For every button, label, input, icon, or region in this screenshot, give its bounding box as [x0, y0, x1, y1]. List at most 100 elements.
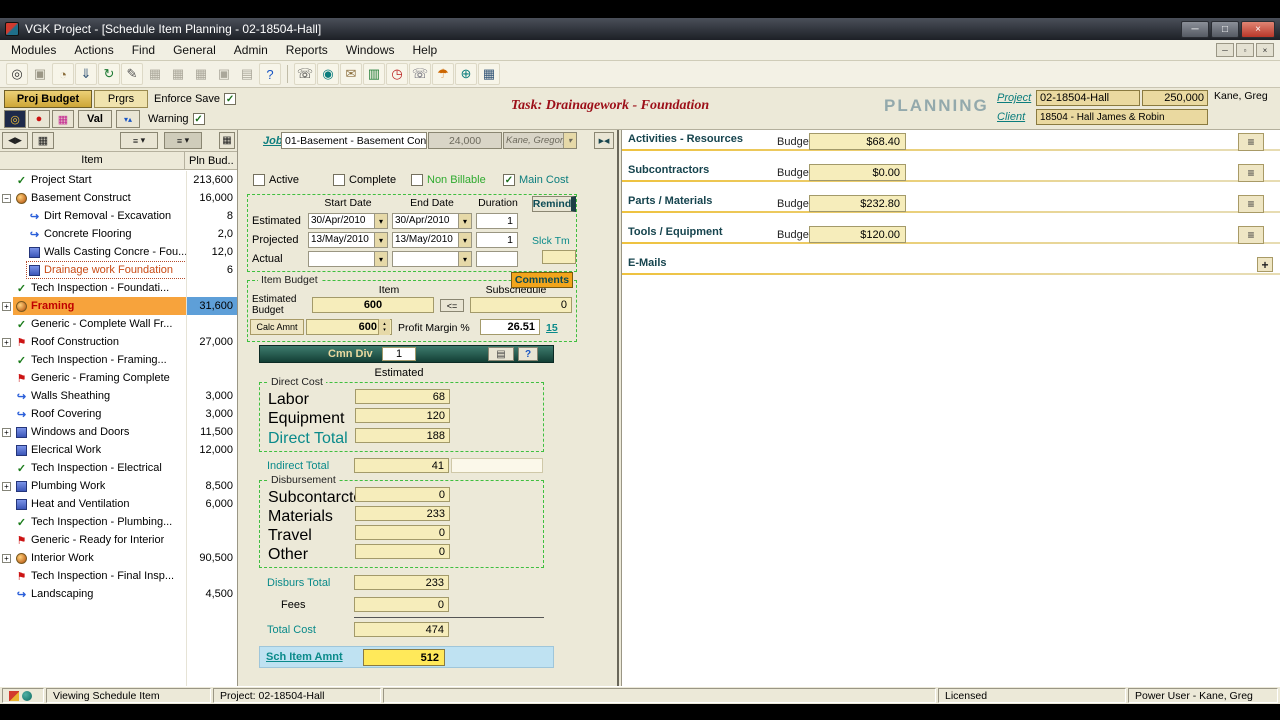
profit-margin-link[interactable]: 15 — [546, 322, 558, 334]
calendar-icon[interactable]: ▦ — [478, 63, 500, 85]
job-input[interactable]: 01-Basement - Basement Con — [281, 132, 427, 149]
copy-icon[interactable]: ▣ — [213, 63, 235, 85]
complete-toggle[interactable]: Complete — [333, 174, 396, 186]
mdi-minimize-button[interactable]: ─ — [1216, 43, 1234, 57]
enforce-save-toggle[interactable]: Enforce Save ✓ — [154, 93, 237, 105]
warning-toggle[interactable]: Warning ✓ — [148, 113, 205, 125]
tree-view-button[interactable]: ≡ ▾ — [164, 132, 202, 149]
client-link[interactable]: Client — [997, 111, 1025, 123]
tree-item-windows-and-doors[interactable]: + Windows and Doors 11,500 — [0, 423, 237, 441]
tree-item-plumbing-work[interactable]: + Plumbing Work 8,500 — [0, 477, 237, 495]
cmn-div-field[interactable]: 1 — [382, 347, 416, 361]
sch-item-amnt-link[interactable]: Sch Item Amnt — [266, 651, 343, 663]
estimated-duration-field[interactable]: 1 — [476, 213, 518, 229]
actual-start-date-select[interactable]: ▾ — [308, 251, 388, 267]
budget-field-subcontractors[interactable]: $0.00 — [809, 164, 906, 181]
mdi-restore-button[interactable]: ▫ — [1236, 43, 1254, 57]
sch-item-amnt-field[interactable]: 512 — [363, 649, 445, 666]
close-button[interactable]: × — [1241, 20, 1275, 38]
edit-icon[interactable]: ✎ — [121, 63, 143, 85]
tree-item-generic-ready-for-interior[interactable]: ⚑ Generic - Ready for Interior — [0, 531, 237, 549]
budget-field-parts-materials[interactable]: $232.80 — [809, 195, 906, 212]
non-billable-toggle[interactable]: Non Billable — [411, 174, 486, 186]
tree-item-roof-covering[interactable]: ↪ Roof Covering 3,000 — [0, 405, 237, 423]
tree-expander[interactable]: + — [2, 337, 11, 347]
magenta-grid-button[interactable]: ▦ — [52, 110, 74, 128]
export-icon[interactable]: ⇓ — [75, 63, 97, 85]
warning-checkbox[interactable]: ✓ — [192, 113, 205, 125]
tree-nav-button[interactable]: ◀▶ — [2, 132, 28, 149]
job-link[interactable]: Job — [263, 135, 283, 147]
tree-item-interior-work[interactable]: + Interior Work 90,500 — [0, 549, 237, 567]
tree-item-tech-inspection-final-insp[interactable]: ⚑ Tech Inspection - Final Insp... — [0, 567, 237, 585]
tree-expander[interactable]: + — [2, 301, 11, 311]
main-cost-checkbox[interactable]: ✓ — [503, 174, 515, 186]
menu-item-actions[interactable]: Actions — [65, 41, 122, 59]
enforce-save-checkbox[interactable]: ✓ — [224, 93, 237, 105]
print-button[interactable]: ▤ — [488, 347, 514, 361]
menu-item-admin[interactable]: Admin — [225, 41, 277, 59]
tab-prgrs[interactable]: Prgrs — [94, 90, 148, 108]
red-marker-button[interactable]: ● — [28, 110, 50, 128]
copy-budget-button[interactable]: <= — [440, 299, 464, 312]
project-code-field[interactable]: 02-18504-Hall — [1036, 90, 1140, 106]
tree-item-framing[interactable]: + Framing 31,600 — [0, 297, 237, 315]
tree-grid-button[interactable]: ▦ — [32, 132, 54, 149]
estimated-budget-sub-field[interactable]: 0 — [470, 297, 572, 313]
minimize-button[interactable]: ─ — [1181, 20, 1209, 38]
phone-icon[interactable]: ☏ — [294, 63, 316, 85]
media-icon-3[interactable]: ▦ — [190, 63, 212, 85]
tree-item-elecrical-work[interactable]: Elecrical Work 12,000 — [0, 441, 237, 459]
camera-icon[interactable]: ◉ — [317, 63, 339, 85]
job-person-select[interactable]: Kane, Gregory ▾ — [503, 132, 577, 149]
maximize-button[interactable]: □ — [1211, 20, 1239, 38]
add-email-button[interactable]: + — [1257, 257, 1273, 272]
section-menu-button[interactable]: ≡ — [1238, 133, 1264, 151]
travel-field[interactable]: 0 — [355, 525, 450, 540]
menu-item-find[interactable]: Find — [123, 41, 164, 59]
menu-item-windows[interactable]: Windows — [337, 41, 404, 59]
section-menu-button[interactable]: ≡ — [1238, 164, 1264, 182]
project-link[interactable]: Project — [997, 92, 1031, 104]
tree-item-tech-inspection-foundati[interactable]: ✓ Tech Inspection - Foundati... — [0, 279, 237, 297]
tree-item-heat-and-ventilation[interactable]: Heat and Ventilation 6,000 — [0, 495, 237, 513]
estimated-end-date-select[interactable]: 30/Apr/2010 ▾ — [392, 213, 472, 229]
section-menu-button[interactable]: ≡ — [1238, 195, 1264, 213]
profit-margin-field[interactable]: 26.51 — [480, 319, 540, 335]
actual-duration-field[interactable] — [476, 251, 518, 267]
tree-item-generic-framing-complete[interactable]: ⚑ Generic - Framing Complete — [0, 369, 237, 387]
slack-time-field[interactable] — [542, 250, 576, 264]
non-billable-checkbox[interactable] — [411, 174, 423, 186]
vacation-icon[interactable]: ☂ — [432, 63, 454, 85]
fees-field[interactable]: 0 — [354, 597, 449, 612]
comments-button[interactable]: Comments — [511, 272, 573, 288]
menu-item-help[interactable]: Help — [404, 41, 447, 59]
calc-amnt-spinner[interactable]: ▴ ▾ — [378, 319, 390, 335]
tree-item-generic-complete-wall-fr[interactable]: ✓ Generic - Complete Wall Fr... — [0, 315, 237, 333]
validate-flags-button[interactable]: ▾▴ — [116, 110, 140, 128]
record-button[interactable]: ◎ — [4, 110, 26, 128]
budget-field-tools-equipment[interactable]: $120.00 — [809, 226, 906, 243]
budget-field-activities-resources[interactable]: $68.40 — [809, 133, 906, 150]
alarm-icon[interactable]: ◷ — [386, 63, 408, 85]
projected-start-date-select[interactable]: 13/May/2010 ▾ — [308, 232, 388, 248]
tree-item-basement-construct[interactable]: − Basement Construct 16,000 — [0, 189, 237, 207]
tree-item-walls-sheathing[interactable]: ↪ Walls Sheathing 3,000 — [0, 387, 237, 405]
tree-item-project-start[interactable]: ✓ Project Start 213,600 — [0, 171, 237, 189]
subcontractors-field[interactable]: 0 — [355, 487, 450, 502]
mail-icon[interactable]: ✉ — [340, 63, 362, 85]
menu-item-reports[interactable]: Reports — [277, 41, 337, 59]
tree-item-tech-inspection-electrical[interactable]: ✓ Tech Inspection - Electrical — [0, 459, 237, 477]
tree-expander[interactable]: + — [2, 553, 11, 563]
projected-duration-field[interactable]: 1 — [476, 232, 518, 248]
val-button[interactable]: Val — [78, 110, 112, 128]
tree-item-roof-construction[interactable]: + ⚑ Roof Construction 27,000 — [0, 333, 237, 351]
projected-end-date-select[interactable]: 13/May/2010 ▾ — [392, 232, 472, 248]
find-icon[interactable]: ◎ — [6, 63, 28, 85]
remind-button[interactable]: Remind — [532, 196, 576, 212]
tree-item-walls-casting-concre-fou[interactable]: Walls Casting Concre - Fou... 12,0 — [0, 243, 237, 261]
section-menu-button[interactable]: ≡ — [1238, 226, 1264, 244]
help-button[interactable]: ? — [518, 347, 538, 361]
tree-expander[interactable]: + — [2, 481, 11, 491]
tree-mini-grid-button[interactable]: ▦ — [219, 132, 235, 149]
